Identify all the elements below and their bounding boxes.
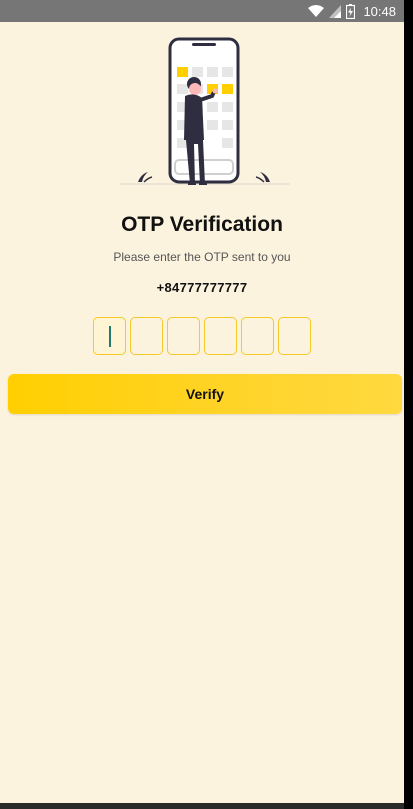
instruction-text: Please enter the OTP sent to you (113, 250, 291, 264)
otp-input-group (93, 317, 311, 355)
otp-digit-4[interactable] (204, 317, 237, 355)
wifi-icon (308, 4, 325, 17)
page-title: OTP Verification (121, 213, 283, 236)
navigation-bar-edge (0, 803, 404, 809)
otp-screen: 10:48 OTP Verification Please enter the … (0, 0, 404, 809)
otp-digit-2[interactable] (130, 317, 163, 355)
signal-icon (329, 4, 342, 18)
phone-illustration (120, 37, 290, 185)
phone-number: +84777777777 (156, 280, 248, 295)
status-icons: 10:48 (308, 3, 396, 19)
otp-digit-6[interactable] (278, 317, 311, 355)
otp-digit-1[interactable] (93, 317, 126, 355)
otp-digit-3[interactable] (167, 317, 200, 355)
status-time: 10:48 (363, 3, 396, 19)
text-caret (109, 326, 111, 347)
otp-digit-5[interactable] (241, 317, 274, 355)
verify-button[interactable]: Verify (8, 374, 402, 414)
status-bar: 10:48 (0, 0, 404, 22)
battery-icon (346, 3, 356, 19)
